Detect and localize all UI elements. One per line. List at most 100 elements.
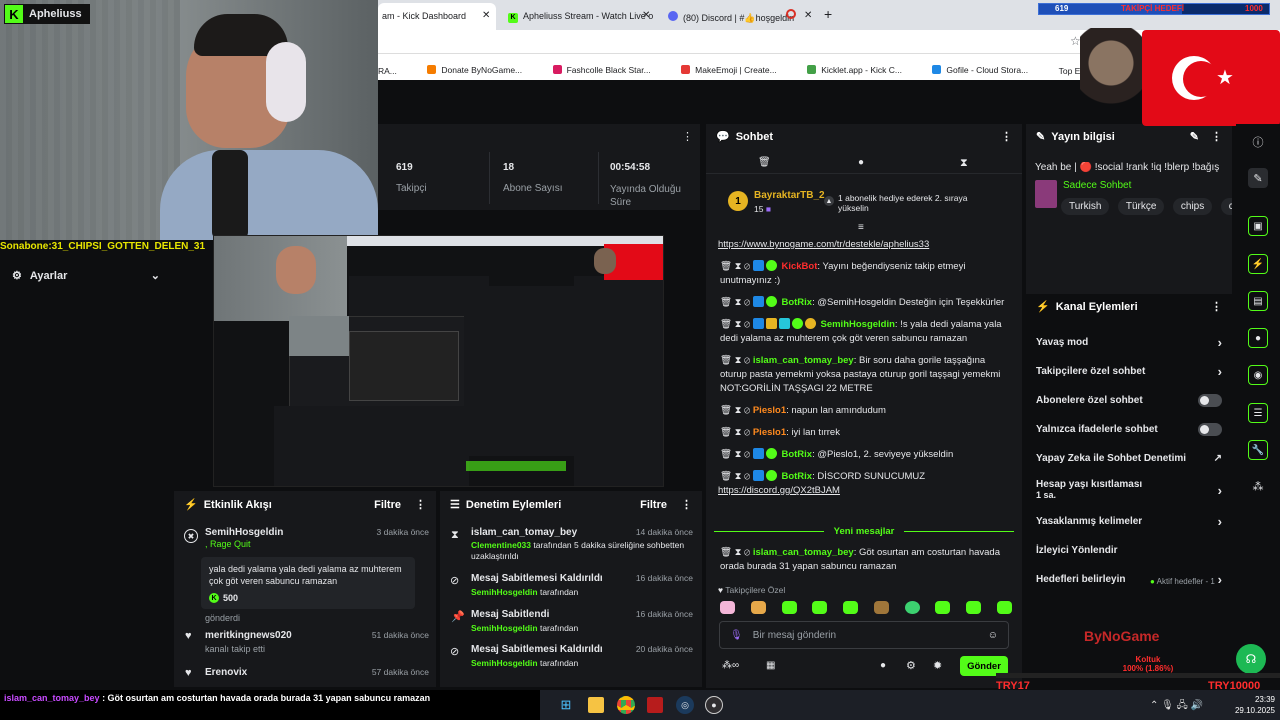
chat-user[interactable]: KickBot	[781, 261, 817, 272]
badge-icon[interactable]: ✹	[933, 659, 942, 672]
emote[interactable]	[781, 601, 797, 614]
emote[interactable]	[873, 601, 889, 614]
new-tab-icon[interactable]: +	[824, 6, 832, 22]
mod-tools-icon[interactable]: 🗑 ⧗ ⊘	[720, 405, 753, 416]
tag-chip[interactable]: chipsmu	[1220, 198, 1232, 215]
emote[interactable]	[966, 601, 982, 614]
filter-button[interactable]: Filtre	[374, 499, 401, 511]
hourglass-icon[interactable]: ⧗	[960, 157, 968, 170]
steam-icon[interactable]: ◎	[676, 696, 694, 714]
emote[interactable]	[750, 601, 766, 614]
chat-user[interactable]: SemihHosgeldin	[820, 319, 894, 330]
tag-chip[interactable]: Turkish	[1061, 198, 1110, 215]
chat-user[interactable]: islam_can_tomay_bey	[753, 547, 854, 558]
browser-tab[interactable]: K Apheliuss Stream - Watch Live o	[508, 3, 658, 30]
chat-user[interactable]: BotRix	[781, 471, 812, 482]
more-icon[interactable]: ⋮	[1001, 130, 1012, 143]
store-icon[interactable]: ▦	[766, 660, 775, 671]
chat-user[interactable]: Pieslo1	[753, 427, 786, 438]
pencil-icon[interactable]: ✎	[1248, 168, 1268, 188]
action-goals[interactable]: Hedefleri belirleyin ● Aktif hedefler - 1…	[1026, 565, 1232, 594]
mod-tools-icon[interactable]: 🗑 ⧗ ⊘	[720, 547, 753, 558]
close-icon[interactable]: ✕	[642, 10, 650, 21]
mic-icon[interactable]: 🎙	[730, 630, 743, 641]
chat-user[interactable]: BotRix	[781, 297, 812, 308]
chat-input[interactable]: 🎙 Bir mesaj gönderin ☺	[719, 621, 1009, 649]
wrench-icon[interactable]: 🔧	[1248, 440, 1268, 460]
mod-tools-icon[interactable]: 🗑 ⧗ ⊘	[720, 297, 753, 308]
action-followers-only[interactable]: Takipçilere özel sohbet ›	[1026, 357, 1232, 386]
chat-bubble-icon[interactable]: ●	[1248, 328, 1268, 348]
collapse-icon[interactable]: ≡	[858, 222, 864, 233]
close-icon[interactable]: ✕	[804, 10, 812, 21]
plugins-icon[interactable]: ⁂	[1248, 476, 1268, 496]
speech-icon[interactable]: ●	[858, 157, 864, 168]
browser-tab[interactable]: (80) Discord | #👍hoşgeldin	[668, 3, 818, 30]
layout-icon[interactable]: ▣	[1248, 216, 1268, 236]
obs-icon[interactable]: ●	[705, 696, 723, 714]
mod-tools-icon[interactable]: 🗑 ⧗ ⊘	[720, 449, 753, 460]
document-icon[interactable]: ▤	[1248, 291, 1268, 311]
category-name[interactable]: Sadece Sohbet	[1063, 180, 1131, 191]
action-account-age[interactable]: Hesap yaşı kısıtlaması 1 sa. ›	[1026, 473, 1232, 507]
viewers-icon[interactable]: ⁂∞	[722, 660, 739, 671]
emote[interactable]	[843, 601, 859, 614]
action-banned-words[interactable]: Yasaklanmış kelimeler ›	[1026, 507, 1232, 536]
bookmark[interactable]: Fashcolle Black Star...	[552, 65, 651, 75]
more-icon[interactable]: ⋮	[1211, 300, 1222, 313]
edit-icon[interactable]: ✎	[1190, 131, 1199, 143]
chat-link[interactable]: https://www.bynogame.com/tr/destekle/aph…	[718, 239, 929, 250]
info-icon[interactable]: ⓘ	[1248, 132, 1268, 152]
bookmark[interactable]: MakeEmoji | Create...	[681, 65, 777, 75]
close-icon[interactable]: ✕	[482, 10, 490, 21]
tag-chip[interactable]: Türkçe	[1117, 198, 1165, 215]
sidebar-item-settings[interactable]: ⚙ Ayarlar ⌄	[12, 267, 160, 283]
lightning-icon[interactable]: ⚡	[1248, 254, 1268, 274]
clock[interactable]: 23:39 29.10.2025	[1225, 694, 1275, 716]
more-icon[interactable]: ⋮	[415, 499, 426, 511]
action-emote-only[interactable]: Yalnızca ifadelerle sohbet	[1026, 415, 1232, 444]
emoji-icon[interactable]: ☺	[988, 630, 998, 641]
emote[interactable]	[812, 601, 828, 614]
bookmark[interactable]: Donate ByNoGame...	[427, 65, 522, 75]
emote[interactable]	[720, 601, 735, 614]
tag-chip[interactable]: chips	[1172, 198, 1213, 215]
subscribers-only-toggle[interactable]	[1198, 394, 1222, 407]
stack-icon[interactable]: ☰	[1248, 403, 1268, 423]
file-explorer-icon[interactable]	[588, 697, 604, 713]
action-subscribers-only[interactable]: Abonelere özel sohbet	[1026, 386, 1232, 415]
mod-tools-icon[interactable]: 🗑 ⧗ ⊘	[720, 427, 753, 438]
action-ai-moderation[interactable]: Yapay Zeka ile Sohbet Denetimi ↗	[1026, 444, 1232, 473]
mod-tools-icon[interactable]: 🗑 ⧗ ⊘	[720, 471, 753, 482]
panel-title: Yayın bilgisi	[1051, 130, 1115, 143]
mod-tools-icon[interactable]: 🗑 ⧗ ⊘	[720, 261, 753, 272]
chat-user[interactable]: BotRix	[781, 449, 812, 460]
action-raid[interactable]: İzleyici Yönlendir	[1026, 536, 1232, 565]
gear-icon[interactable]: ⚙	[906, 659, 916, 672]
windows-start-icon[interactable]: ⊞	[558, 697, 574, 713]
bookmark[interactable]: Kicklet.app - Kick C...	[807, 65, 902, 75]
emote-only-toggle[interactable]	[1198, 423, 1222, 436]
chat-user[interactable]: islam_can_tomay_bey	[753, 355, 854, 366]
mod-tools-icon[interactable]: 🗑 ⧗ ⊘	[720, 355, 753, 366]
chat-user[interactable]: Pieslo1	[753, 405, 786, 416]
mod-tools-icon[interactable]: 🗑 ⧗ ⊘	[720, 319, 753, 330]
filter-button[interactable]: Filtre	[640, 499, 667, 511]
more-icon[interactable]: ⋮	[681, 499, 692, 511]
trash-icon[interactable]: 🗑	[758, 157, 771, 168]
emote[interactable]	[935, 601, 951, 614]
broadcast-icon[interactable]: ◉	[1248, 365, 1268, 385]
chrome-icon[interactable]	[617, 696, 635, 714]
app-icon[interactable]	[647, 697, 663, 713]
bookmark[interactable]: Gofile - Cloud Stora...	[932, 65, 1028, 75]
browser-tab[interactable]: am - Kick Dashboard ✕	[378, 3, 496, 30]
emote[interactable]	[996, 601, 1012, 614]
bookmark[interactable]: RA...	[378, 66, 397, 76]
emote[interactable]	[904, 601, 920, 614]
chat-link[interactable]: https://discord.gg/QX2tBJAM	[718, 485, 840, 496]
tray-icons[interactable]: ⌃ 🎙 🖧 🔊	[1150, 698, 1203, 715]
more-icon[interactable]: ⋮	[682, 130, 693, 143]
action-slow-mode[interactable]: Yavaş mod ›	[1026, 328, 1232, 357]
more-icon[interactable]: ⋮	[1211, 131, 1222, 143]
speech-icon[interactable]: ●	[880, 660, 886, 671]
